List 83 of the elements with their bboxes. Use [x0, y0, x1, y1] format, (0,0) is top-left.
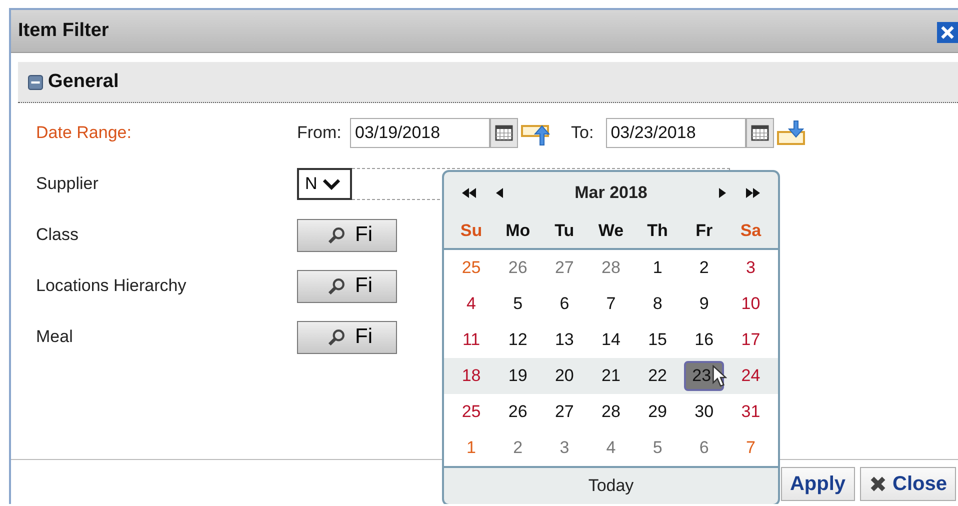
find-button[interactable]: Fi [297, 320, 397, 354]
calendar-day[interactable]: 10 [730, 289, 771, 319]
calendar-day[interactable]: 26 [498, 253, 538, 283]
right-arrow-icon[interactable] [719, 188, 726, 198]
calendar-day[interactable]: 21 [590, 361, 631, 391]
month-title: Mar 2018 [574, 183, 648, 203]
calendar-day[interactable]: 2 [684, 253, 724, 283]
calendar-day[interactable]: 24 [730, 361, 771, 391]
weekday-label: Fr [694, 221, 714, 241]
calendar-day[interactable]: 7 [590, 289, 631, 319]
calendar-day[interactable]: 22 [638, 361, 678, 391]
weekday-label: Su [459, 221, 484, 241]
find-button[interactable]: Fi [297, 218, 397, 252]
section-title: General [48, 71, 119, 93]
close-icon [868, 475, 887, 493]
calendar-day[interactable]: 29 [638, 397, 678, 427]
calendar-day[interactable]: 13 [544, 325, 584, 355]
double-left-arrow-icon[interactable] [462, 188, 476, 198]
window-title: Item Filter [18, 20, 109, 42]
close-icon[interactable] [937, 22, 958, 43]
calendar-day[interactable]: 14 [590, 325, 631, 355]
calendar-day[interactable]: 20 [544, 361, 584, 391]
weekday-label: Tu [554, 221, 576, 241]
calendar-day[interactable]: 30 [684, 397, 724, 427]
field-label: Supplier [36, 174, 100, 194]
calendar-day[interactable]: 9 [684, 289, 724, 319]
calendar-day[interactable]: 17 [730, 325, 771, 355]
apply-button[interactable]: Apply [780, 467, 855, 501]
calendar-day[interactable]: 5 [498, 289, 538, 319]
section-header[interactable]: General [18, 62, 958, 103]
field-label: Class [36, 225, 80, 245]
chevron-down-icon [323, 178, 340, 190]
field-label: Meal [36, 327, 74, 347]
calendar-day[interactable]: 16 [684, 325, 724, 355]
date-field[interactable]: 03/23/2018 [606, 118, 746, 148]
field-label: Locations Hierarchy [36, 276, 188, 296]
calendar-day[interactable]: 8 [638, 289, 678, 319]
calendar-day[interactable]: 11 [451, 325, 492, 355]
double-right-arrow-icon[interactable] [746, 188, 760, 198]
calendar-day[interactable]: 6 [684, 433, 724, 463]
calendar-icon[interactable] [490, 118, 518, 148]
search-icon [328, 226, 345, 244]
tray-down-arrow-icon[interactable] [776, 120, 807, 146]
close-button[interactable]: Close [860, 467, 956, 501]
calendar-day[interactable]: 19 [498, 361, 538, 391]
calendar-day[interactable]: 4 [590, 433, 631, 463]
mouse-cursor-icon [712, 365, 727, 388]
weekday-label: Sa [739, 221, 762, 241]
calendar-day[interactable]: 4 [451, 289, 492, 319]
left-arrow-icon[interactable] [496, 188, 503, 198]
calendar-day[interactable]: 25 [451, 397, 492, 427]
calendar-day[interactable]: 27 [544, 397, 584, 427]
find-button[interactable]: Fi [297, 270, 397, 302]
field-label: Date Range: [36, 123, 132, 143]
calendar-day[interactable]: 3 [544, 433, 584, 463]
weekday-label: Th [646, 221, 669, 241]
calendar-icon[interactable] [746, 118, 774, 148]
calendar-day[interactable]: 5 [638, 433, 678, 463]
calendar-day[interactable]: 25 [451, 253, 492, 283]
search-icon [328, 278, 345, 294]
today-button[interactable]: Today [582, 475, 640, 497]
to-label: To: [571, 123, 594, 143]
calendar-day[interactable]: 1 [638, 253, 678, 283]
calendar-day[interactable]: 18 [451, 361, 492, 391]
from-label: From: [297, 123, 342, 143]
weekday-label: We [597, 221, 625, 241]
calendar-day[interactable]: 1 [451, 433, 492, 463]
date-field[interactable]: 03/19/2018 [350, 118, 490, 148]
calendar-day[interactable]: 6 [544, 289, 584, 319]
calendar-day[interactable]: 28 [590, 397, 631, 427]
calendar-day[interactable]: 12 [498, 325, 538, 355]
weekday-label: Mo [504, 221, 532, 241]
calendar-day[interactable]: 3 [730, 253, 771, 283]
calendar-day[interactable]: 15 [638, 325, 678, 355]
calendar-day[interactable]: 31 [730, 397, 771, 427]
calendar-day[interactable]: 26 [498, 397, 538, 427]
calendar-day[interactable]: 28 [590, 253, 631, 283]
calendar-day[interactable]: 27 [544, 253, 584, 283]
select-field[interactable]: N [297, 168, 352, 200]
collapse-icon[interactable] [28, 74, 43, 90]
calendar-day[interactable]: 2 [498, 433, 538, 463]
search-icon [328, 328, 345, 346]
calendar-day[interactable]: 7 [730, 433, 771, 463]
